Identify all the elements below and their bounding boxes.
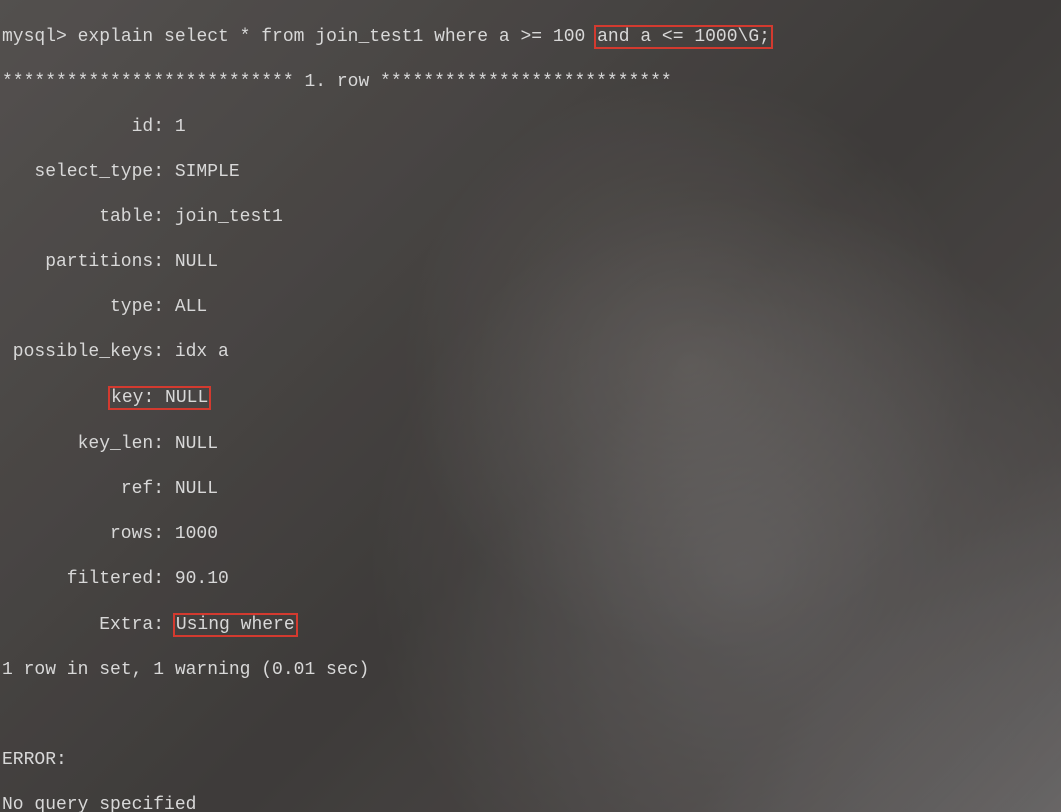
field-key-len: key_len: NULL [2,433,1059,456]
field-filtered: filtered: 90.10 [2,568,1059,591]
field-key: key: NULL [2,386,1059,410]
field-value: 1 [175,117,186,137]
field-id: id: 1 [2,116,1059,139]
highlight-box-extra: Using where [173,613,298,637]
field-label: select_type [2,161,153,184]
cmd-line: mysql> explain select * from join_test1 … [2,25,1059,49]
field-label: type [2,296,153,319]
field-ref: ref: NULL [2,478,1059,501]
field-type: type: ALL [2,296,1059,319]
field-value: 1000 [175,524,218,544]
field-label: possible_keys [2,341,153,364]
highlight-box-query-tail: and a <= 1000\G; [594,25,773,49]
prompt-text: mysql> [2,27,78,47]
field-value: 90.10 [175,569,229,589]
field-extra: Extra: Using where [2,613,1059,637]
field-value: join_test1 [175,207,283,227]
field-label: partitions [2,251,153,274]
field-select-type: select_type: SIMPLE [2,161,1059,184]
field-label: key_len [2,433,153,456]
field-label: rows [2,523,153,546]
cmd-text-before: explain select * from join_test1 where a… [78,27,596,47]
highlight-box-key: key: NULL [108,386,211,410]
field-label: Extra [2,614,153,637]
field-value: NULL [175,434,218,454]
field-value: NULL [175,479,218,499]
error-header: ERROR: [2,749,1059,772]
summary-line: 1 row in set, 1 warning (0.01 sec) [2,659,1059,682]
error-message: No query specified [2,794,1059,812]
field-value: idx a [175,342,229,362]
field-label: id [2,116,153,139]
field-table: table: join_test1 [2,206,1059,229]
field-value: NULL [175,252,218,272]
field-label: key [111,388,143,408]
field-rows: rows: 1000 [2,523,1059,546]
field-label: table [2,206,153,229]
field-label: ref [2,478,153,501]
field-label: filtered [2,568,153,591]
field-value: ALL [175,297,207,317]
field-possible-keys: possible_keys: idx a [2,341,1059,364]
cmd-text-boxed: and a <= 1000\G; [597,27,770,47]
field-value: Using where [176,615,295,635]
terminal-output[interactable]: mysql> explain select * from join_test1 … [0,0,1061,812]
field-partitions: partitions: NULL [2,251,1059,274]
blank-line [2,704,1059,727]
field-value: NULL [165,388,208,408]
row-separator: *************************** 1. row *****… [2,71,1059,94]
field-value: SIMPLE [175,162,240,182]
